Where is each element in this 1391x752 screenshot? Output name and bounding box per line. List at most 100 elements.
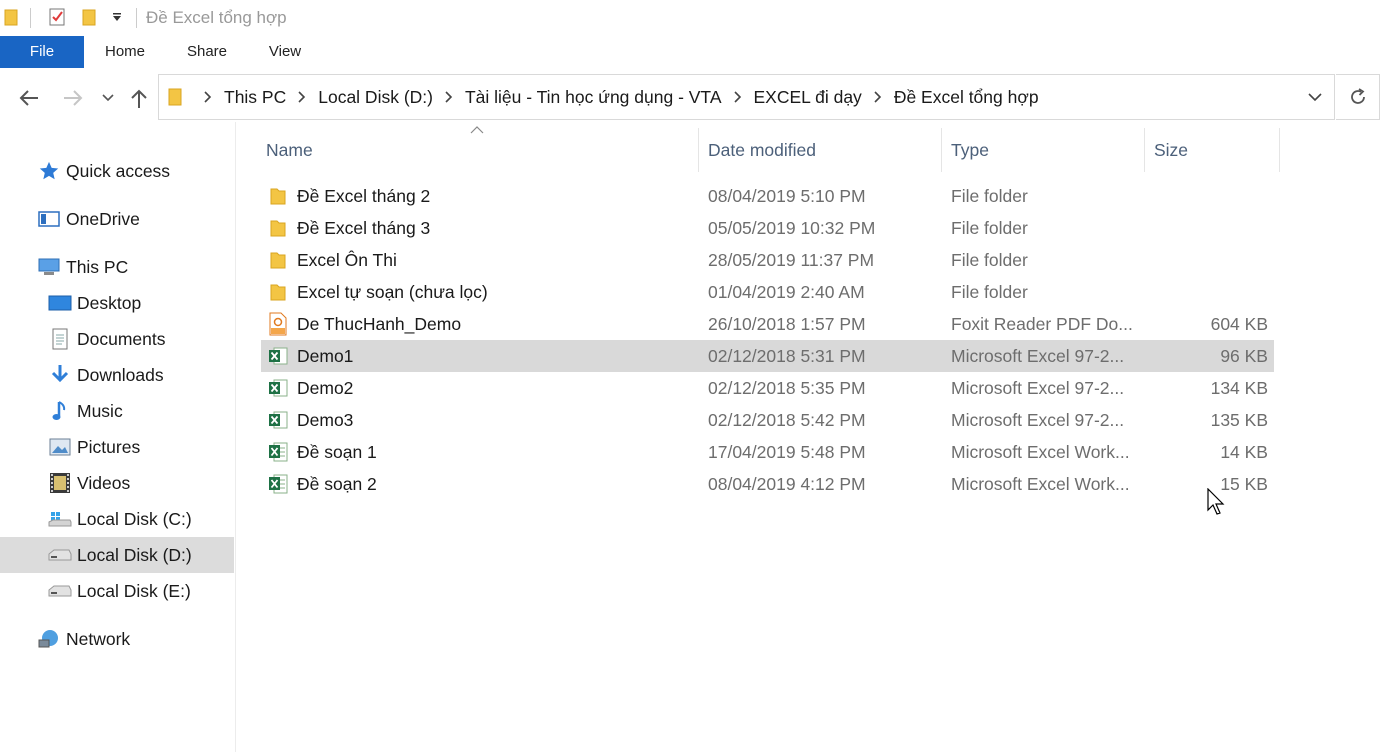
column-headers: Name Date modified Type Size: [237, 128, 1391, 172]
column-header-date-modified[interactable]: Date modified: [699, 128, 941, 172]
file-row[interactable]: Đề soạn 1 17/04/2019 5:48 PM Microsoft E…: [261, 436, 1274, 468]
chevron-right-icon[interactable]: [874, 87, 882, 108]
file-date: 17/04/2019 5:48 PM: [708, 442, 866, 462]
file-row[interactable]: Demo2 02/12/2018 5:35 PM Microsoft Excel…: [261, 372, 1274, 404]
nav-item-documents[interactable]: Documents: [0, 321, 234, 357]
star-icon: [37, 159, 61, 183]
file-row[interactable]: De ThucHanh_Demo 26/10/2018 1:57 PM Foxi…: [261, 308, 1274, 340]
nav-item-label: Music: [77, 400, 123, 421]
file-name: Đề Excel tháng 2: [297, 186, 431, 206]
drive-icon: [48, 543, 72, 567]
column-header-size[interactable]: Size: [1145, 128, 1279, 172]
chevron-right-icon[interactable]: [733, 87, 742, 108]
file-size: 604 KB: [1210, 314, 1268, 334]
file-name: Đề soạn 2: [297, 474, 377, 494]
file-row[interactable]: Đề Excel tháng 3 05/05/2019 10:32 PM Fil…: [261, 212, 1274, 244]
nav-item-network[interactable]: Network: [0, 621, 234, 657]
download-icon: [48, 363, 72, 387]
pdf-icon: [265, 308, 291, 340]
nav-item-quick-access[interactable]: Quick access: [0, 153, 234, 189]
tab-home[interactable]: Home: [90, 36, 160, 68]
nav-item-label: Local Disk (D:): [77, 544, 192, 565]
tab-share[interactable]: Share: [172, 36, 242, 68]
file-date: 05/05/2019 10:32 PM: [708, 218, 876, 238]
arrow-left-icon: [19, 90, 38, 106]
nav-item-local-disk-d[interactable]: Local Disk (D:): [0, 537, 234, 573]
customize-toolbar-icon[interactable]: [108, 7, 126, 27]
nav-item-this-pc[interactable]: This PC: [0, 249, 234, 285]
nav-item-label: OneDrive: [66, 208, 140, 229]
nav-item-label: Quick access: [66, 160, 171, 181]
nav-item-onedrive[interactable]: OneDrive: [0, 201, 234, 237]
nav-item-label: Videos: [77, 472, 131, 493]
address-history-button[interactable]: [1308, 89, 1322, 107]
column-header-name[interactable]: Name: [257, 128, 698, 172]
up-button[interactable]: [126, 84, 152, 112]
tab-file[interactable]: File: [0, 36, 84, 68]
address-bar[interactable]: This PC Local Disk (D:) Tài liệu - Tin h…: [158, 74, 1335, 120]
file-date: 08/04/2019 5:10 PM: [708, 186, 866, 206]
file-name: Demo1: [297, 346, 354, 366]
excel-workbook-icon: [265, 436, 291, 468]
chevron-down-icon: [1308, 93, 1322, 102]
nav-item-videos[interactable]: Videos: [0, 465, 234, 501]
column-divider[interactable]: [1279, 128, 1280, 172]
chevron-right-icon[interactable]: [298, 87, 306, 108]
ribbon-tabs: File Home Share View: [0, 36, 1391, 68]
nav-item-pictures[interactable]: Pictures: [0, 429, 234, 465]
folder-icon: [265, 276, 291, 308]
back-button[interactable]: [16, 84, 42, 112]
folder-icon: [2, 7, 20, 27]
forward-button[interactable]: [60, 84, 86, 112]
file-row[interactable]: Đề Excel tháng 2 08/04/2019 5:10 PM File…: [261, 180, 1274, 212]
desktop-icon: [48, 291, 72, 315]
file-row[interactable]: Excel tự soạn (chưa lọc) 01/04/2019 2:40…: [261, 276, 1274, 308]
toolbar-divider: [30, 8, 31, 28]
file-date: 02/12/2018 5:35 PM: [708, 378, 866, 398]
file-type: Microsoft Excel 97-2...: [951, 346, 1125, 366]
nav-item-downloads[interactable]: Downloads: [0, 357, 234, 393]
nav-item-music[interactable]: Music: [0, 393, 234, 429]
system-drive-icon: [48, 507, 72, 531]
file-row[interactable]: Demo3 02/12/2018 5:42 PM Microsoft Excel…: [261, 404, 1274, 436]
nav-item-desktop[interactable]: Desktop: [0, 285, 234, 321]
breadcrumb-excel-di-day[interactable]: EXCEL đi dạy: [754, 87, 862, 108]
breadcrumb-tai-lieu[interactable]: Tài liệu - Tin học ứng dụng - VTA: [465, 87, 722, 108]
nav-item-label: Network: [66, 628, 131, 649]
nav-item-local-disk-e[interactable]: Local Disk (E:): [0, 573, 234, 609]
file-size: 96 KB: [1220, 346, 1268, 366]
breadcrumb-this-pc[interactable]: This PC: [224, 87, 286, 108]
file-type: File folder: [951, 250, 1028, 270]
chevron-down-icon: [102, 94, 114, 102]
chevron-right-icon[interactable]: [204, 87, 212, 108]
drive-icon: [48, 579, 72, 603]
file-name: Excel tự soạn (chưa lọc): [297, 282, 488, 302]
refresh-button[interactable]: [1336, 74, 1380, 120]
new-folder-icon[interactable]: [80, 7, 98, 27]
file-name: Demo2: [297, 378, 354, 398]
column-header-type[interactable]: Type: [942, 128, 1144, 172]
recent-locations-button[interactable]: [96, 84, 120, 112]
file-size: 135 KB: [1210, 410, 1268, 430]
navigation-pane: Quick access OneDrive This PC Desktop Do…: [0, 122, 236, 752]
network-icon: [37, 627, 61, 651]
properties-icon[interactable]: [48, 7, 66, 27]
tab-view[interactable]: View: [252, 36, 318, 68]
file-row-selected[interactable]: Demo1 02/12/2018 5:31 PM Microsoft Excel…: [261, 340, 1274, 372]
file-size: 134 KB: [1210, 378, 1268, 398]
nav-item-label: Local Disk (C:): [77, 508, 192, 529]
breadcrumb-current-folder[interactable]: Đề Excel tổng hợp: [894, 87, 1039, 108]
file-row[interactable]: Excel Ôn Thi 28/05/2019 11:37 PM File fo…: [261, 244, 1274, 276]
folder-icon: [167, 87, 183, 112]
folder-icon: [265, 180, 291, 212]
nav-item-label: Documents: [77, 328, 166, 349]
file-date: 08/04/2019 4:12 PM: [708, 474, 866, 494]
chevron-right-icon[interactable]: [445, 87, 453, 108]
file-size: 15 KB: [1220, 474, 1268, 494]
breadcrumb-local-disk-d[interactable]: Local Disk (D:): [318, 87, 433, 108]
file-date: 02/12/2018 5:31 PM: [708, 346, 866, 366]
window-title: Đề Excel tổng hợp: [146, 8, 287, 27]
file-type: Microsoft Excel Work...: [951, 474, 1130, 494]
nav-item-local-disk-c[interactable]: Local Disk (C:): [0, 501, 234, 537]
file-row[interactable]: Đề soạn 2 08/04/2019 4:12 PM Microsoft E…: [261, 468, 1274, 500]
